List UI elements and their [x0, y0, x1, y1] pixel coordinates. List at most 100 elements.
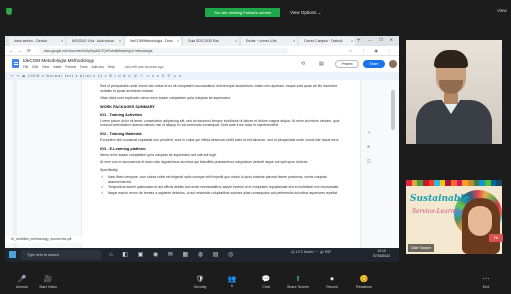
list-item: Nam libero tempore, cum soluta nobis est… [100, 175, 342, 184]
tab-label: Correo Campus · Outlook [304, 39, 343, 43]
section-heading: IO1 - Training Activities [100, 112, 143, 117]
side-panel-icons[interactable]: ＋ ⊕ ◫ [367, 126, 371, 168]
view-options-button[interactable]: View Options ⌄ [290, 8, 321, 17]
window-controls[interactable]: — ❐ ✕ [368, 37, 396, 42]
pin-badge[interactable]: Pin [489, 234, 503, 242]
list-item: Itaque earum rerum hic tenetur a sapient… [100, 191, 342, 196]
document-canvas: Sed ut perspiciatis unde omnis iste natu… [5, 80, 399, 248]
menu-item[interactable]: Insert [53, 65, 61, 69]
clock-date: 07/03/2022 [373, 254, 390, 258]
browser-tab[interactable]: Inicio sesion - Ciencia × [9, 37, 65, 46]
banner-title: Sustainable [410, 194, 470, 204]
menu-item[interactable]: Tools [80, 65, 88, 69]
menu-item[interactable]: Edit [32, 65, 38, 69]
forward-icon[interactable]: → [18, 48, 23, 53]
present-button[interactable]: Present [335, 60, 359, 68]
participant-name: Dale Sawyer [408, 244, 435, 252]
share-button[interactable]: Share [363, 60, 385, 68]
toolbar-label: Reactions [356, 285, 372, 289]
download-bar[interactable]: Dr_Activities_methodology_documents.pdf [5, 236, 125, 243]
menu-item[interactable]: File [23, 65, 28, 69]
avatar[interactable] [389, 60, 397, 68]
address-row: ← → ⟳ docs.google.com/document/d/1pEqaz5… [5, 46, 399, 56]
banner-subtitle: Service-Learning [412, 208, 465, 215]
heading-main: WORK PACKAGES SUMMARY [100, 104, 155, 109]
meeting-toolbar: 🎤Unmute🎥Start Video🛡Security👥6Participan… [0, 272, 511, 294]
section-heading: IO3 - E-Learning platform [100, 146, 146, 151]
docs-header: IdeCOM Metodologia Methodology File Edit V… [5, 56, 399, 72]
sdg-color-strip [406, 180, 502, 186]
tab-label: MOODLE UVa · Aula virtual [72, 39, 114, 43]
section-text: Excepteur sint occaecat cupidatat non pr… [100, 137, 340, 142]
close-icon[interactable]: × [119, 37, 121, 46]
close-icon[interactable]: × [177, 37, 179, 46]
tab-label: IdeCOM/Metodologia - Docs [130, 39, 173, 43]
docs-logo-icon[interactable] [12, 59, 19, 68]
paragraph: Vitae dicta sunt explicabo nemo enim ips… [100, 96, 231, 101]
toolbar-label: Start Video [39, 285, 57, 289]
system-tray[interactable]: 🌧 14°C Nubes ^ ⌃ 🔊 ESP [291, 250, 331, 255]
checklist: Nam libero tempore, cum soluta nobis est… [100, 175, 342, 195]
clock[interactable]: 12:10 07/03/2022 [373, 249, 390, 259]
scrollbar[interactable] [391, 90, 395, 130]
back-icon[interactable]: ← [9, 48, 14, 53]
participant-count: 6 [231, 284, 233, 288]
save-status[interactable]: Last edit was seconds ago [125, 65, 164, 69]
share-banner: You are viewing Fatima's screen [205, 8, 280, 17]
menu-item[interactable]: Add-ons [92, 65, 104, 69]
browser-tab[interactable]: IdeCOM/Metodologia - Docs × [125, 37, 181, 46]
close-icon[interactable]: × [351, 37, 353, 46]
vertical-ruler [13, 80, 17, 248]
url-bar[interactable]: docs.google.com/document/d/1pEqaz5UTQeFo… [39, 48, 289, 54]
participant-face [468, 206, 492, 236]
windows-taskbar: Type here to search ⌂ ◧ ▣ ◉ ✉ ▦ ◍ ▤ ◎ 🌧 … [5, 248, 399, 262]
view-button[interactable]: View [497, 8, 507, 13]
browser-tab[interactable]: Correo Campus · Outlook × [299, 37, 355, 46]
extension-icons[interactable]: ☆ ⋮ ◉ ⋮ [349, 48, 395, 53]
browser-tab[interactable]: Enviar ~ correo UVa × [241, 37, 297, 46]
shield-icon[interactable] [6, 8, 12, 15]
taskbar-app-icons[interactable]: ⌂ ◧ ▣ ◉ ✉ ▦ ◍ ▤ ◎ [109, 251, 237, 259]
close-icon[interactable]: × [61, 37, 63, 46]
participant-hair [434, 50, 468, 68]
section-text: Lorem ipsum dolor sit amet, consectetur … [100, 118, 340, 128]
list-label: Specifically: [100, 167, 119, 172]
end-button[interactable]: ⋯ End [466, 275, 506, 290]
reactions-icon: 😊 [359, 276, 369, 283]
tab-label: Guia SDG 2030 Edu [188, 39, 219, 43]
end-icon: ⋯ [482, 276, 490, 283]
new-tab-icon[interactable]: + [357, 37, 361, 45]
section-text: Nemo enim ipsam voluptatem quia voluptas… [100, 152, 217, 157]
reactions-button[interactable]: 😊 Reactions [344, 275, 384, 290]
browser-tab[interactable]: MOODLE UVa · Aula virtual × [67, 37, 123, 46]
section-heading: IO2 - Training Materials [100, 131, 142, 136]
menu-item[interactable]: Format [65, 65, 75, 69]
sdg-color-block [496, 180, 502, 186]
browser-tab-strip: Correo Campus · Outlook × Enviar ~ correo … [5, 36, 399, 46]
paragraph: Sed ut perspiciatis unde omnis iste natu… [100, 84, 338, 93]
docs-menu-bar: File Edit View Insert Format Tools Add-ons Help… [23, 65, 167, 69]
start-video-icon: 🎥 [43, 276, 53, 283]
menu-item[interactable]: Help [108, 65, 115, 69]
reload-icon[interactable]: ⟳ [27, 48, 31, 54]
windows-start-icon[interactable] [9, 251, 16, 258]
document-page[interactable]: Sed ut perspiciatis unde omnis iste natu… [81, 80, 361, 248]
tab-label: Enviar ~ correo UVa [246, 39, 277, 43]
document-title[interactable]: IdeCOM Metodologia Methodology [23, 58, 94, 63]
list-intro: At vero eos et accusamus et iusto odio d… [100, 160, 309, 165]
menu-item[interactable]: View [42, 65, 49, 69]
participant-video-1[interactable] [406, 40, 502, 144]
taskbar-search[interactable]: Type here to search [21, 250, 101, 260]
shared-screen: Correo Campus · Outlook × Enviar ~ correo … [5, 36, 399, 262]
toolbar-label: End [482, 285, 490, 289]
tab-label: Inicio sesion - Ciencia [14, 39, 47, 43]
close-icon[interactable]: × [235, 37, 237, 46]
list-item: Temporibus autem quibusdam et aut offici… [100, 185, 342, 190]
start-video-button[interactable]: 🎥 Start Video [28, 275, 68, 290]
browser-tab[interactable]: Guia SDG 2030 Edu × [183, 37, 239, 46]
format-toolbar[interactable]: ↶ ↷ 🖶 100% ▾ Normal text ▾ Arial ▾ 11 ▾ … [5, 72, 399, 80]
comment-icon[interactable]: ▤ [319, 61, 324, 67]
history-icon[interactable]: ⟲ [301, 61, 305, 67]
participant-video-2[interactable]: Sustainable Service-Learning Dale Sawyer [406, 180, 502, 254]
close-icon[interactable]: × [293, 37, 295, 46]
